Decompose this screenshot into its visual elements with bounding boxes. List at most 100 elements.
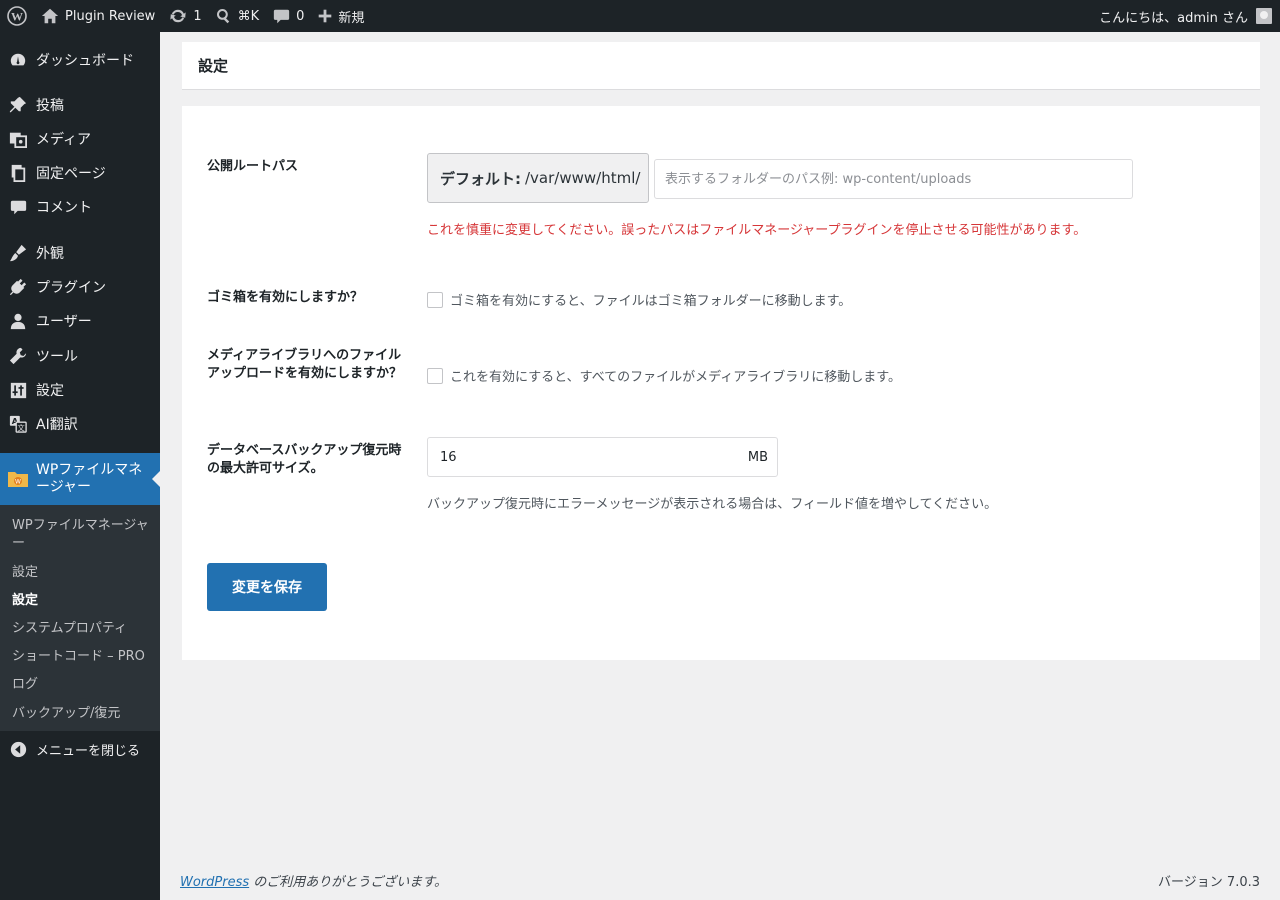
- public-root-label: 公開ルートパス: [207, 159, 299, 174]
- prefix-default-label: デフォルト:: [440, 169, 521, 188]
- update-icon: [170, 9, 186, 23]
- avatar: [1256, 8, 1272, 24]
- sidebar-item-label: WPファイルマネージャー: [36, 462, 143, 495]
- wordpress-logo-icon: W: [7, 6, 27, 26]
- search-shortcut: ⌘K: [237, 8, 260, 24]
- admin-bar: W Plugin Review 1 ⌘K 0 新規 こんにちは、admin さん: [0, 0, 1280, 32]
- media-upload-label: メディアライブラリへのファイルアップロードを有効にしますか？: [207, 348, 403, 381]
- prefix-path: /var/www/html/: [525, 169, 641, 187]
- sidebar-item-media[interactable]: メディア: [0, 122, 160, 156]
- public-root-warning: これを慎重に変更してください。誤ったパスはファイルマネージャープラグインを停止さ…: [427, 223, 1087, 238]
- svg-text:文: 文: [18, 423, 25, 432]
- submenu-item-file-manager[interactable]: WPファイルマネージャー: [12, 517, 152, 553]
- public-root-input[interactable]: [654, 159, 1133, 199]
- sidebar-item-label: プラグイン: [36, 280, 106, 296]
- pages-icon: [11, 164, 26, 182]
- wrench-icon: [9, 347, 27, 365]
- pin-icon: [9, 96, 27, 113]
- plus-icon: [319, 9, 332, 23]
- sidebar-item-dashboard[interactable]: ダッシュボード: [0, 43, 160, 77]
- backup-size-field[interactable]: 16 MB: [427, 437, 778, 477]
- page-title: 設定: [198, 57, 229, 75]
- comments-link[interactable]: 0: [266, 0, 311, 32]
- sidebar-item-label: 設定: [36, 383, 64, 399]
- sidebar-item-users[interactable]: ユーザー: [0, 304, 160, 338]
- submenu-item-shortcode-pro[interactable]: ショートコード – PRO: [12, 648, 152, 666]
- plugin-icon: [9, 278, 27, 296]
- media-icon: [9, 132, 27, 148]
- trash-label: ゴミ箱を有効にしますか？: [207, 290, 364, 305]
- backup-size-unit: MB: [747, 449, 768, 465]
- footer-version: バージョン 7.0.3: [1158, 875, 1260, 890]
- save-button[interactable]: 変更を保存: [207, 563, 327, 611]
- wordpress-link[interactable]: WordPress: [180, 875, 249, 890]
- file-manager-icon: W: [8, 472, 28, 487]
- search-button[interactable]: ⌘K: [209, 0, 267, 32]
- sidebar-item-pages[interactable]: 固定ページ: [0, 156, 160, 190]
- sidebar-item-label: 投稿: [36, 98, 64, 114]
- submenu-item-logs[interactable]: ログ: [12, 676, 152, 694]
- trash-checkbox[interactable]: [427, 291, 443, 308]
- sidebar-item-settings[interactable]: 設定: [0, 373, 160, 407]
- sidebar-item-label: ユーザー: [36, 314, 92, 330]
- comment-icon: [273, 9, 290, 23]
- sidebar-item-label: メディア: [36, 132, 92, 148]
- backup-size-label: データベースバックアップ復元時の最大許可サイズ。: [207, 443, 402, 476]
- file-manager-submenu: WPファイルマネージャー 設定 設定 システムプロパティ ショートコード – P…: [0, 505, 160, 731]
- wordpress-logo-button[interactable]: W: [0, 0, 34, 32]
- user-icon: [10, 313, 26, 330]
- public-root-prefix: デフォルト: /var/www/html/: [427, 153, 649, 203]
- sidebar-item-posts[interactable]: 投稿: [0, 88, 160, 122]
- new-label: 新規: [338, 10, 365, 26]
- updates-count: 1: [193, 8, 202, 24]
- home-icon: [41, 8, 59, 24]
- settings-panel: 公開ルートパス デフォルト: /var/www/html/ これを慎重に変更して…: [182, 106, 1260, 660]
- settings-sliders-icon: [10, 382, 26, 398]
- search-icon: [216, 9, 229, 24]
- collapse-menu-label: メニューを閉じる: [36, 743, 141, 759]
- brush-icon: [9, 244, 27, 262]
- sidebar-item-label: ダッシュボード: [36, 53, 134, 69]
- sidebar-item-plugins[interactable]: プラグイン: [0, 270, 160, 304]
- sidebar-item-label: コメント: [36, 200, 92, 216]
- submenu-item-backup-restore[interactable]: バックアップ/復元: [12, 705, 152, 723]
- sidebar-item-label: AI翻訳: [36, 417, 78, 433]
- sidebar-item-comments[interactable]: コメント: [0, 190, 160, 224]
- new-content-link[interactable]: 新規: [311, 0, 371, 32]
- submenu-item-settings[interactable]: 設定: [12, 564, 152, 582]
- backup-size-help: バックアップ復元時にエラーメッセージが表示される場合は、フィールド値を増やしてく…: [427, 497, 998, 512]
- backup-size-value[interactable]: 16: [440, 450, 748, 465]
- current-menu-arrow: [152, 471, 160, 487]
- comment-icon: [10, 200, 26, 214]
- site-name-link[interactable]: Plugin Review: [34, 0, 162, 32]
- dashboard-icon: [10, 53, 26, 66]
- svg-text:W: W: [11, 10, 23, 24]
- sidebar-item-label: ツール: [36, 349, 78, 365]
- updates-link[interactable]: 1: [162, 0, 208, 32]
- submenu-item-settings-current[interactable]: 設定: [12, 592, 152, 610]
- comments-count: 0: [296, 8, 305, 24]
- my-account[interactable]: こんにちは、admin さん: [1099, 7, 1280, 26]
- sidebar-item-label: 外観: [36, 246, 64, 262]
- sidebar-item-tools[interactable]: ツール: [0, 339, 160, 373]
- translate-icon: A文: [9, 415, 27, 433]
- media-upload-checkbox[interactable]: [427, 367, 443, 384]
- greeting: こんにちは、admin さん: [1099, 10, 1248, 26]
- admin-sidebar: ダッシュボード 投稿 メディア 固定ページ コメント 外観 プラグイン ユーザー…: [0, 32, 160, 900]
- submenu-item-system-properties[interactable]: システムプロパティ: [12, 620, 152, 638]
- trash-option: ゴミ箱を有効にすると、ファイルはゴミ箱フォルダーに移動します。: [427, 290, 851, 309]
- sidebar-item-appearance[interactable]: 外観: [0, 236, 160, 270]
- sidebar-item-label: 固定ページ: [36, 166, 106, 182]
- trash-description: ゴミ箱を有効にすると、ファイルはゴミ箱フォルダーに移動します。: [450, 294, 852, 309]
- collapse-arrow-icon: [10, 741, 26, 757]
- sidebar-item-file-manager[interactable]: W WPファイルマネージャー: [0, 453, 160, 505]
- footer-thanks-text: のご利用ありがとうございます。: [249, 875, 447, 890]
- sidebar-item-ai-translate[interactable]: A文 AI翻訳: [0, 407, 160, 441]
- svg-text:W: W: [15, 479, 21, 486]
- footer-thanks: WordPress のご利用ありがとうございます。: [180, 871, 447, 890]
- media-upload-option: これを有効にすると、すべてのファイルがメディアライブラリに移動します。: [427, 366, 901, 385]
- media-upload-description: これを有効にすると、すべてのファイルがメディアライブラリに移動します。: [450, 370, 901, 385]
- collapse-menu-button[interactable]: メニューを閉じる: [0, 732, 160, 766]
- site-name: Plugin Review: [65, 8, 156, 24]
- page-header: 設定: [182, 42, 1260, 90]
